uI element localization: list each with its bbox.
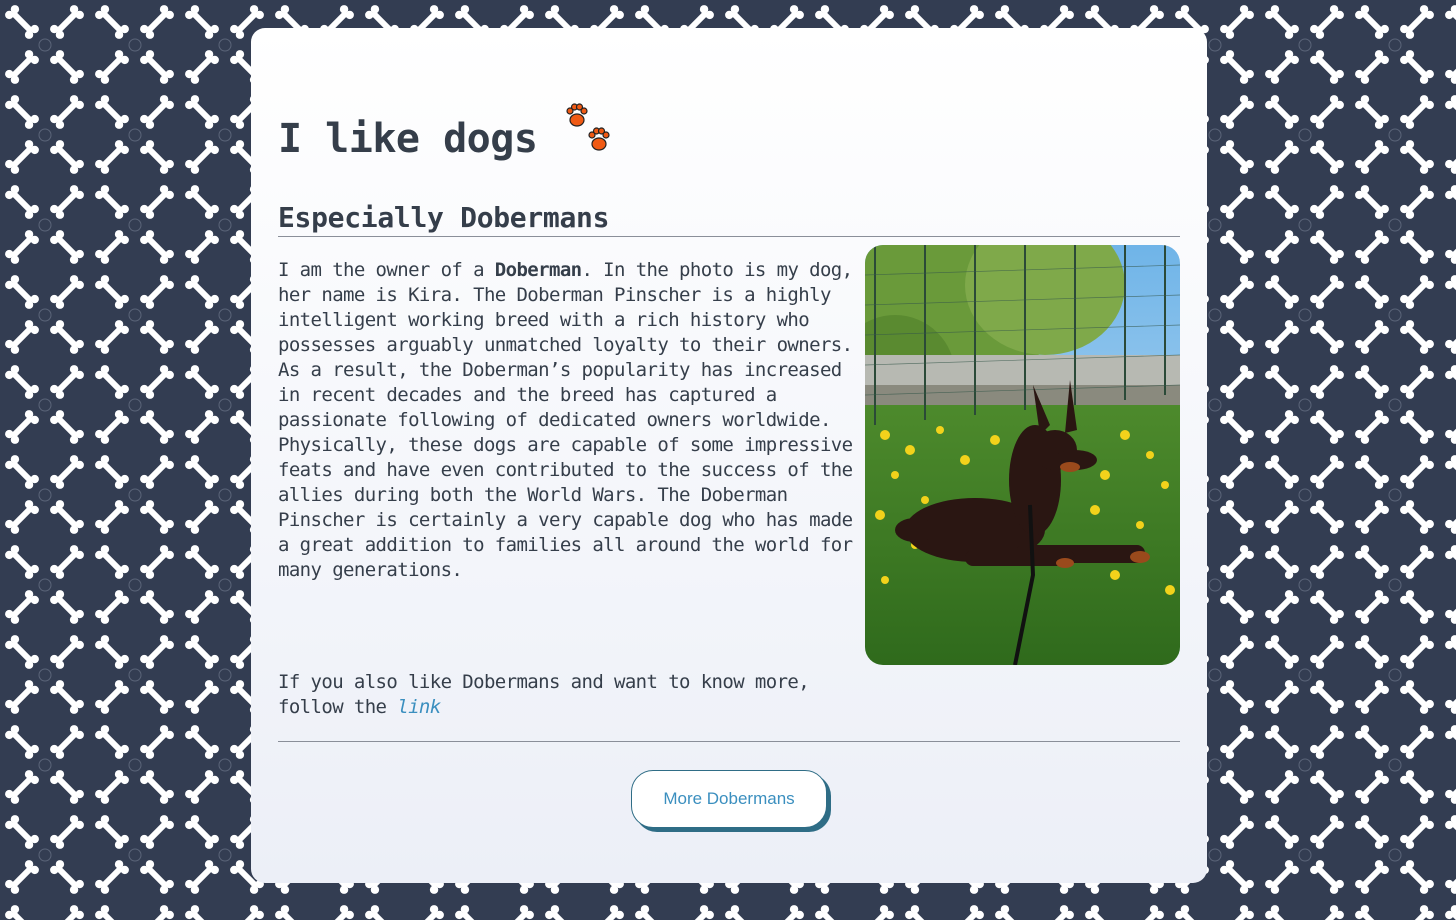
bottom-divider bbox=[278, 741, 1180, 742]
intro-text-end: . In the photo is my dog, her name is Ki… bbox=[278, 259, 853, 581]
follow-paragraph: If you also like Dobermans and want to k… bbox=[278, 670, 838, 720]
title-row: I like dogs bbox=[278, 103, 619, 162]
content-card: I like dogs Especially Dobermans I am th… bbox=[251, 28, 1207, 883]
top-divider bbox=[278, 236, 1180, 237]
more-info-link[interactable]: link bbox=[397, 696, 441, 718]
intro-paragraph: I am the owner of a Doberman. In the pho… bbox=[278, 258, 853, 583]
intro-bold-breed: Doberman bbox=[494, 259, 582, 281]
page-title: I like dogs bbox=[278, 116, 538, 162]
more-dobermans-button[interactable]: More Dobermans bbox=[631, 770, 827, 828]
follow-text: If you also like Dobermans and want to k… bbox=[278, 671, 810, 718]
paw-prints-icon bbox=[566, 103, 611, 151]
doberman-photo bbox=[865, 245, 1180, 665]
page-subtitle: Especially Dobermans bbox=[278, 201, 610, 234]
intro-text-start: I am the owner of a bbox=[278, 259, 495, 281]
